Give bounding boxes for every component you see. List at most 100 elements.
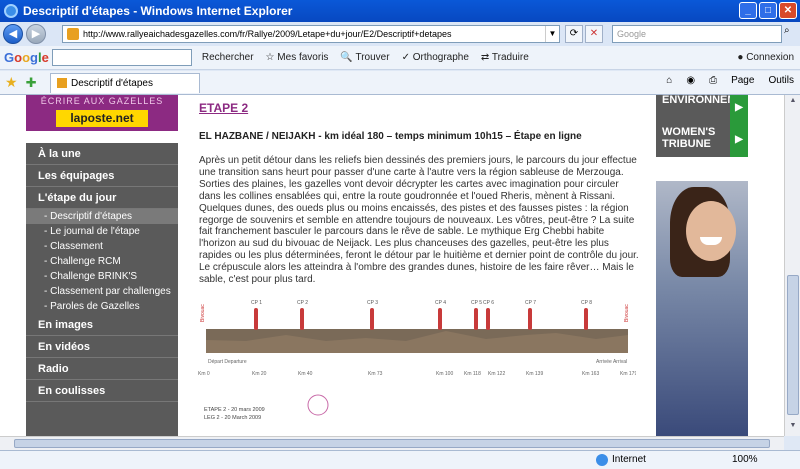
find-button[interactable]: 🔍 Trouver [340, 52, 389, 63]
print-icon[interactable]: ⎙ [709, 75, 717, 86]
sidebar-item-6[interactable]: - Challenge RCM [26, 254, 178, 269]
checkpoint-flag [486, 308, 490, 330]
close-button[interactable]: ✕ [779, 2, 797, 19]
sidebar-item-11[interactable]: En vidéos [26, 336, 178, 358]
refresh-icon[interactable]: ⟳ [565, 25, 583, 43]
checkpoint-label: CP 5 [471, 300, 482, 306]
add-favorite-icon[interactable]: ✚ [26, 75, 37, 91]
sidebar-item-4[interactable]: - Le journal de l'étape [26, 224, 178, 239]
back-icon[interactable]: ◀ [3, 24, 23, 44]
ad-photo-face [686, 201, 736, 261]
checkpoint-label: CP 3 [367, 300, 378, 306]
spell-label: Orthographe [412, 52, 469, 63]
favorites-label: Mes favoris [277, 52, 329, 63]
page-menu[interactable]: Page [731, 75, 754, 86]
sidebar-item-2[interactable]: L'étape du jour [26, 187, 178, 209]
address-dropdown-icon[interactable]: ▼ [545, 26, 559, 42]
date-fr: ETAPE 2 - 20 mars 2009 [204, 407, 265, 413]
checkpoint-label: CP 4 [435, 300, 446, 306]
feeds-icon[interactable]: ◉ [686, 75, 695, 86]
checkpoint-flag [370, 308, 374, 330]
horizontal-scroll-thumb[interactable] [14, 439, 770, 448]
address-url[interactable]: http://www.rallyeaichadesgazelles.com/fr… [83, 29, 451, 39]
ad-photo[interactable] [656, 181, 748, 436]
sidebar-item-8[interactable]: - Classement par challenges [26, 284, 178, 299]
checkpoint-label: CP 7 [525, 300, 536, 306]
search-input[interactable]: Google [612, 25, 782, 43]
scroll-up-icon[interactable]: ▲ [787, 97, 799, 109]
rally-logo [307, 394, 329, 416]
start-label: Départ Departure [208, 359, 247, 365]
sidebar-item-10[interactable]: En images [26, 314, 178, 336]
page-favicon-icon [67, 28, 79, 40]
favorites-menu[interactable]: ☆ Mes favoris [266, 52, 329, 63]
tab-title: Descriptif d'étapes [71, 78, 153, 89]
checkpoints: CP 1 CP 2 CP 3 CP 4 CP 5 CP 6 CP 7 CP 8 [251, 300, 592, 330]
km-label: Km 20 [252, 371, 267, 377]
minimize-button[interactable]: _ [739, 2, 757, 19]
page-title: ETAPE 2 [199, 101, 249, 115]
date-en: LEG 2 - 20 March 2009 [204, 415, 261, 421]
environment-ad[interactable]: ENVIRONNEMENT ▶ [656, 95, 759, 125]
favorites-star-icon[interactable]: ★ [5, 74, 18, 91]
spellcheck-button[interactable]: ✓ Orthographe [402, 52, 469, 63]
checkpoint-label: CP 1 [251, 300, 262, 306]
translate-label: Traduire [491, 52, 529, 63]
sidebar-item-5[interactable]: - Classement [26, 239, 178, 254]
tab-current[interactable]: Descriptif d'étapes [50, 73, 200, 93]
checkpoint-label: CP 6 [483, 300, 494, 306]
search-icon[interactable]: ⌕ [784, 25, 798, 43]
vertical-scroll-thumb[interactable] [787, 275, 799, 415]
google-search-button[interactable]: Rechercher [202, 52, 254, 63]
km-label: Km 163 [582, 371, 599, 377]
vertical-scrollbar[interactable]: ▲ ▼ [784, 95, 800, 436]
checkpoint-label: CP 8 [581, 300, 592, 306]
status-bar: Internet 100% [0, 450, 800, 469]
stop-icon[interactable]: ✕ [585, 25, 603, 43]
km-label: Km 139 [526, 371, 543, 377]
chevron-right-icon: ▶ [730, 123, 748, 157]
sidebar-item-12[interactable]: Radio [26, 358, 178, 380]
km-labels: Km 0 Km 20 Km 40 Km 73 Km 100 Km 118 Km 122 Km … [198, 371, 636, 377]
ie-logo-icon [4, 4, 18, 18]
sidebar-item-9[interactable]: - Paroles de Gazelles [26, 299, 178, 314]
address-bar[interactable]: http://www.rallyeaichadesgazelles.com/fr… [62, 25, 560, 43]
checkpoint-flag [438, 308, 442, 330]
login-button[interactable]: ● Connexion [737, 52, 794, 63]
checkpoint-label: CP 2 [297, 300, 308, 306]
forward-icon[interactable]: ▶ [26, 24, 46, 44]
end-label: Arrivée Arrival [596, 359, 627, 365]
window-titlebar: Descriptif d'étapes - Windows Internet E… [0, 0, 800, 22]
security-zone: Internet [612, 454, 646, 465]
google-logo: Google [4, 50, 49, 65]
stage-subtitle: EL HAZBANE / NEIJAKH - km idéal 180 – te… [199, 131, 582, 142]
laposte-banner[interactable]: ÉCRIRE AUX GAZELLES laposte.net [26, 95, 178, 131]
navigation-bar: ◀ ▶ http://www.rallyeaichadesgazelles.co… [0, 22, 800, 46]
tools-menu[interactable]: Outils [768, 75, 794, 86]
sidebar-item-3[interactable]: - Descriptif d'étapes [26, 209, 178, 224]
womens-tribune-ad[interactable]: WOMEN'S TRIBUNE ▶ [656, 123, 748, 157]
home-icon[interactable]: ⌂ [666, 75, 672, 86]
translate-button[interactable]: ⇄ Traduire [481, 52, 529, 63]
sidebar-item-13[interactable]: En coulisses [26, 380, 178, 402]
checkpoint-flag [474, 308, 478, 330]
km-label: Km 40 [298, 371, 313, 377]
km-label: Km 0 [198, 371, 210, 377]
checkpoint-flag [584, 308, 588, 330]
internet-zone-icon [596, 454, 608, 466]
bivouac-end-label: Bivouac [624, 304, 630, 322]
sidebar-item-0[interactable]: À la une [26, 143, 178, 165]
km-label: Km 118 [464, 371, 481, 377]
stage-description: Après un petit détour dans les reliefs b… [199, 155, 639, 286]
window-title: Descriptif d'étapes - Windows Internet E… [23, 4, 293, 18]
sidebar-item-1[interactable]: Les équipages [26, 165, 178, 187]
scroll-down-icon[interactable]: ▼ [787, 422, 799, 434]
maximize-button[interactable]: □ [759, 2, 777, 19]
zoom-level[interactable]: 100% [732, 454, 758, 465]
google-search-input[interactable] [51, 49, 192, 66]
google-toolbar: Google Rechercher ☆ Mes favoris 🔍 Trouve… [0, 46, 800, 70]
stage-profile: Bivouac Bivouac Départ Departure Arrivée… [198, 300, 636, 421]
sidebar-item-7[interactable]: - Challenge BRINK'S [26, 269, 178, 284]
favorites-bar: ★ ✚ Descriptif d'étapes ⌂ ◉ ⎙ Page Outil… [0, 71, 800, 95]
horizontal-scrollbar[interactable] [0, 436, 784, 450]
